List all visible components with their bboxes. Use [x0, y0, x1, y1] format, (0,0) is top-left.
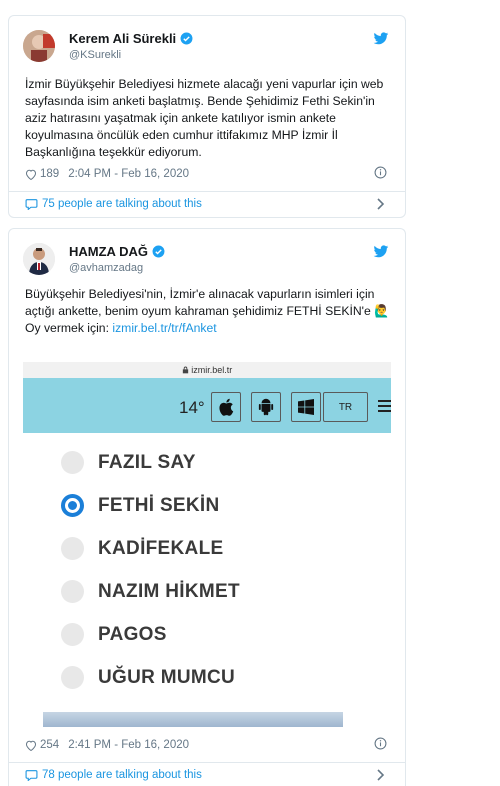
vote-prefix: Oy vermek için: [25, 321, 109, 335]
temperature: 14° [179, 398, 205, 417]
avatar[interactable] [23, 30, 55, 62]
poll-option: PAGOS [61, 623, 167, 646]
poll-option-label: UĞUR MUMCU [98, 666, 236, 688]
user-name[interactable]: HAMZA DAĞ [69, 244, 148, 259]
info-icon[interactable] [374, 737, 387, 750]
page-url: izmir.bel.tr [191, 365, 233, 375]
tweet-card-2[interactable]: HAMZA DAĞ @avhamzadag Büyükşehir Belediy… [8, 228, 406, 786]
poll-option-label: KADİFEKALE [98, 537, 224, 559]
user-name-row[interactable]: Kerem Ali Sürekli [69, 31, 193, 46]
twitter-bird-icon[interactable] [373, 245, 389, 259]
emoji: 🙋‍♂️ [374, 304, 390, 318]
talking-count[interactable]: 78 people are talking about this [42, 769, 202, 781]
tweet-text-body: Büyükşehir Belediyesi'nin, İzmir'e alına… [25, 287, 375, 318]
radio-button [61, 580, 84, 603]
poll-option-label: FAZIL SAY [98, 451, 196, 473]
speech-bubble-icon [25, 199, 38, 210]
verified-badge-icon [180, 32, 193, 45]
verified-badge-icon [152, 245, 165, 258]
tweet-timestamp[interactable]: 2:04 PM - Feb 16, 2020 [68, 168, 189, 180]
apple-icon [211, 392, 241, 422]
radio-button [61, 623, 84, 646]
divider [9, 191, 405, 192]
avatar[interactable] [23, 243, 55, 275]
like-count[interactable]: 254 [40, 739, 59, 751]
poll-link[interactable]: izmir.bel.tr/tr/fAnket [112, 321, 216, 335]
tweet-timestamp[interactable]: 2:41 PM - Feb 16, 2020 [68, 739, 189, 751]
user-name-row[interactable]: HAMZA DAĞ [69, 244, 165, 259]
tweet-text: İzmir Büyükşehir Belediyesi hizmete alac… [25, 77, 384, 159]
heart-icon[interactable] [25, 740, 37, 751]
poll-option: KADİFEKALE [61, 537, 223, 560]
like-count[interactable]: 189 [40, 168, 59, 180]
site-header: 14° TR [23, 378, 391, 433]
info-icon[interactable] [374, 166, 387, 179]
poll-option-label: NAZIM HİKMET [98, 580, 240, 602]
tweet-media-image[interactable]: izmir.bel.tr 14° TR FAZIL SAY FETHİ SEKİ… [23, 362, 391, 727]
heart-icon[interactable] [25, 169, 37, 180]
language-button: TR [323, 392, 368, 422]
tweet-meta: 254 2:41 PM - Feb 16, 2020 [25, 737, 391, 751]
talking-link[interactable]: 75 people are talking about this [25, 198, 391, 210]
user-handle[interactable]: @KSurekli [69, 49, 121, 61]
tweet-meta: 189 2:04 PM - Feb 16, 2020 [25, 166, 391, 180]
chevron-right-icon[interactable] [377, 769, 385, 781]
poll-option-label: FETHİ SEKİN [98, 494, 220, 516]
chevron-right-icon[interactable] [377, 198, 385, 210]
radio-button-selected [61, 494, 84, 517]
poll-option: UĞUR MUMCU [61, 666, 235, 689]
poll-option-selected: FETHİ SEKİN [61, 494, 220, 517]
speech-bubble-icon [25, 770, 38, 781]
windows-icon [291, 392, 321, 422]
android-icon [251, 392, 281, 422]
ferry-image-strip [43, 712, 343, 727]
poll-option-label: PAGOS [98, 623, 167, 645]
tweet-text: Büyükşehir Belediyesi'nin, İzmir'e alına… [25, 286, 391, 337]
tweet-header: Kerem Ali Sürekli @KSurekli [21, 30, 393, 70]
twitter-bird-icon[interactable] [373, 32, 389, 46]
lock-icon [182, 366, 188, 374]
radio-button [61, 537, 84, 560]
divider [9, 762, 405, 763]
poll-option: NAZIM HİKMET [61, 580, 240, 603]
browser-url-bar: izmir.bel.tr [23, 362, 391, 378]
radio-button [61, 666, 84, 689]
radio-button [61, 451, 84, 474]
poll-option: FAZIL SAY [61, 451, 196, 474]
user-name[interactable]: Kerem Ali Sürekli [69, 31, 176, 46]
talking-link[interactable]: 78 people are talking about this [25, 769, 391, 781]
tweet-header: HAMZA DAĞ @avhamzadag [21, 243, 393, 283]
tweet-card-1[interactable]: Kerem Ali Sürekli @KSurekli İzmir Büyükş… [8, 15, 406, 218]
menu-icon [378, 400, 391, 412]
user-handle[interactable]: @avhamzadag [69, 262, 143, 274]
talking-count[interactable]: 75 people are talking about this [42, 198, 202, 210]
